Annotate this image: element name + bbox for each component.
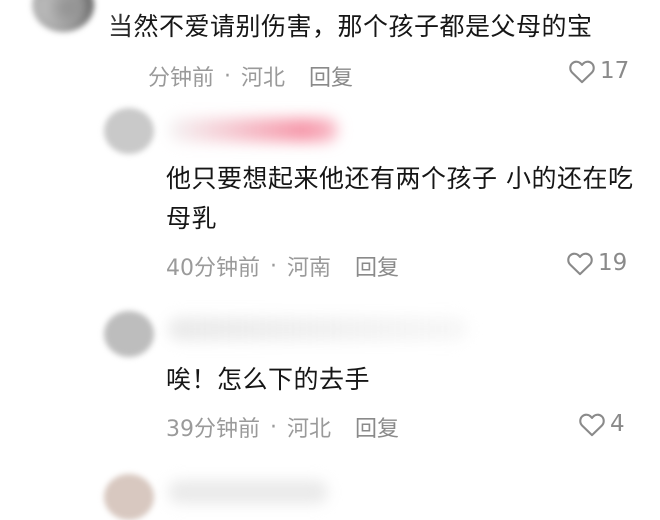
comment-text: 他只要想起来他还有两个孩子 小的还在吃 (166, 164, 634, 193)
heart-outline-icon (579, 413, 605, 437)
comment-meta: 39分钟前 · 河北 回复 (166, 411, 399, 443)
comment-time: 39分钟前 (166, 417, 260, 442)
comment-meta: 分钟前 · 河北 回复 (148, 60, 353, 92)
like-count: 17 (600, 58, 630, 84)
comment-time: 分钟前 (148, 66, 215, 91)
comment-time: 40分钟前 (166, 256, 260, 281)
username-blurred (168, 480, 328, 504)
comment-location: 河北 (287, 417, 332, 442)
avatar[interactable] (104, 108, 154, 154)
meta-separator: · (224, 63, 232, 89)
reply-button[interactable]: 回复 (355, 250, 399, 282)
username-blurred[interactable] (168, 317, 468, 341)
heart-outline-icon (569, 60, 595, 84)
comment-text: 唉！怎么下的去手 (166, 365, 371, 394)
avatar[interactable] (104, 311, 154, 357)
like-button[interactable]: 4 (578, 411, 625, 437)
like-count: 4 (610, 411, 625, 437)
username-blurred[interactable] (168, 118, 338, 142)
reply-button[interactable]: 回复 (355, 411, 399, 443)
like-button[interactable]: 17 (568, 58, 629, 84)
comment-text-line2: 母乳 (166, 204, 218, 233)
like-count: 19 (598, 250, 628, 276)
avatar[interactable] (104, 474, 154, 520)
comment-location: 河南 (287, 256, 332, 281)
comment-item: 当然不爱请别伤害，那个孩子都是父母的宝 分钟前 · 河北 回复 17 (0, 0, 660, 100)
comment-meta: 40分钟前 · 河南 回复 (166, 250, 399, 282)
comment-item: 唉！怎么下的去手 39分钟前 · 河北 回复 4 (0, 295, 660, 455)
comment-location: 河北 (241, 66, 286, 91)
reply-button[interactable]: 回复 (309, 60, 353, 92)
avatar[interactable] (32, 0, 94, 32)
heart-outline-icon (567, 252, 593, 276)
comment-text: 当然不爱请别伤害，那个孩子都是父母的宝 (108, 12, 593, 41)
meta-separator: · (270, 414, 277, 440)
meta-separator: · (270, 253, 277, 279)
comment-item: 他只要想起来他还有两个孩子 小的还在吃 母乳 40分钟前 · 河南 回复 19 (0, 100, 660, 295)
like-button[interactable]: 19 (566, 250, 627, 276)
